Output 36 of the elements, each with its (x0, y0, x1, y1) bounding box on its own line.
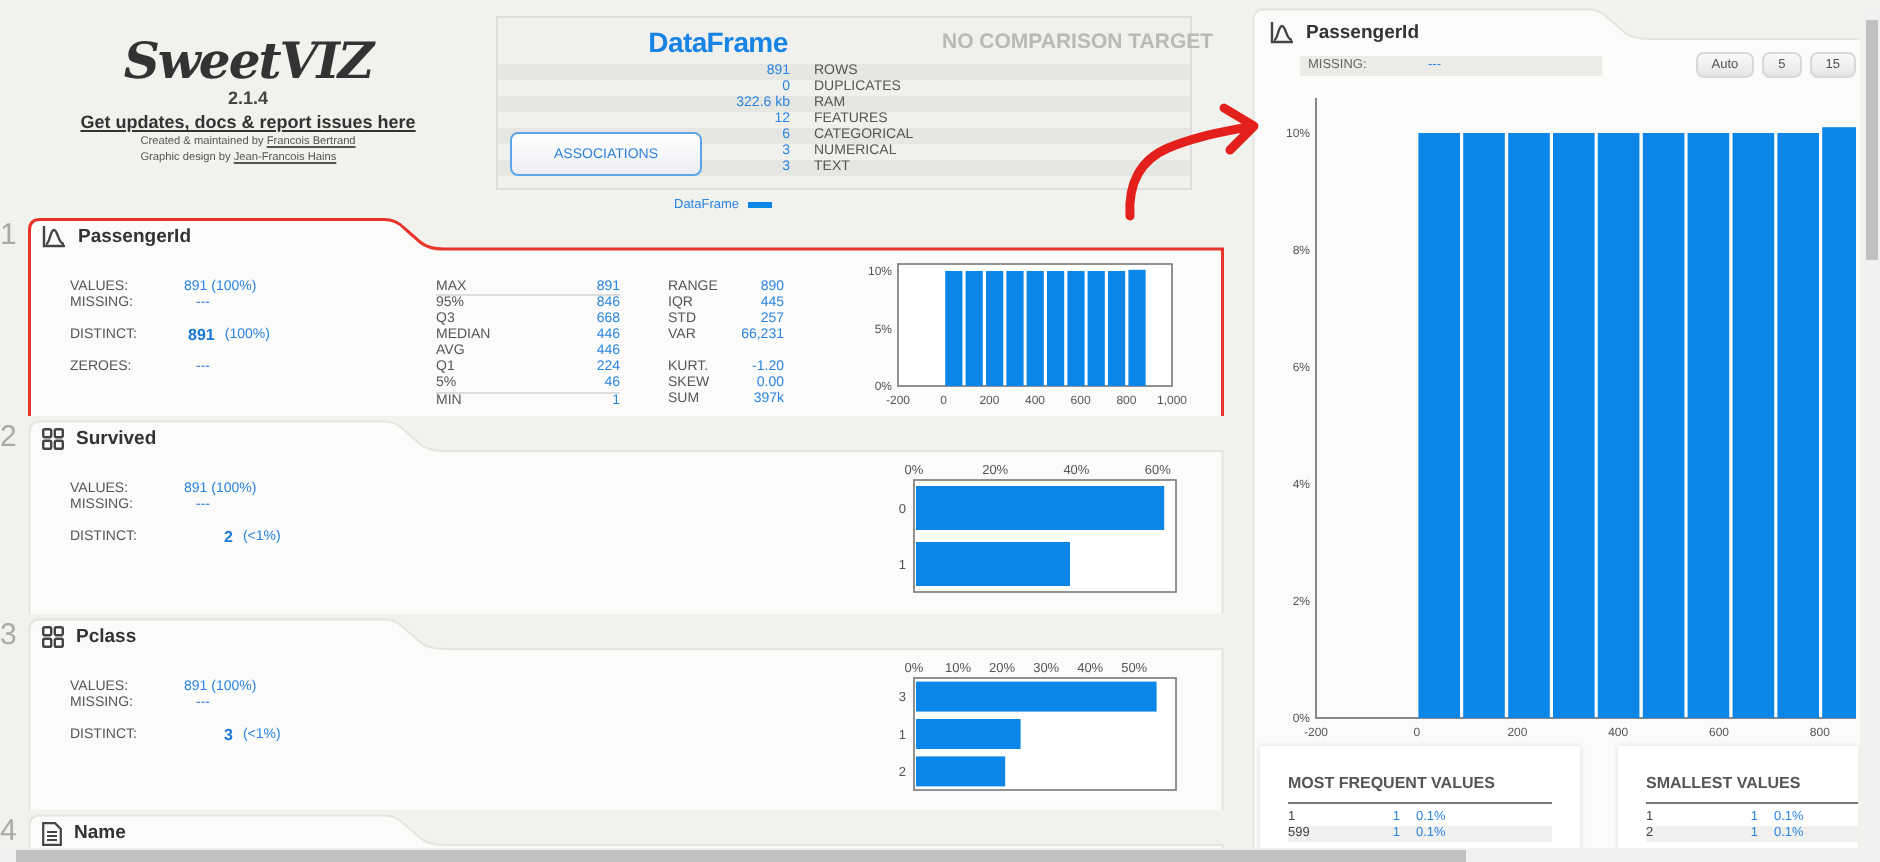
histogram-bar (1108, 271, 1126, 386)
feature-name: Pclass (76, 626, 137, 648)
logo-text: SweetVIZ (123, 36, 373, 88)
distinct-count: 2 (224, 530, 233, 546)
annotation-arrow (1125, 103, 1259, 221)
histogram-bar (1128, 269, 1146, 386)
legend-swatch (747, 202, 772, 208)
grid-icon (42, 428, 64, 450)
histogram-bar (1067, 271, 1085, 386)
updates-link[interactable]: Get updates, docs & report issues here (80, 110, 416, 134)
scroll-thumb[interactable] (16, 850, 1466, 862)
feature-name: PassengerId (78, 226, 191, 248)
histogram-bar (945, 271, 963, 386)
bar (916, 719, 1021, 749)
histogram-bar (1006, 271, 1024, 386)
line-chart-icon (42, 226, 66, 248)
detail-title: PassengerId (1306, 21, 1419, 43)
version-label: 2.1.4 (227, 88, 269, 110)
grid-icon (42, 626, 64, 648)
feature-name: Survived (76, 428, 157, 450)
feature-name: Name (74, 822, 126, 844)
bar (916, 756, 1006, 787)
feature-number: 2 (0, 420, 19, 458)
card-title: SMALLEST VALUES (1646, 774, 1858, 804)
scroll-thumb[interactable] (1866, 20, 1878, 260)
line-chart-icon (1270, 21, 1294, 43)
card-title: MOST FREQUENT VALUES (1288, 774, 1552, 804)
distinct-count: 3 (224, 728, 233, 744)
histogram-bar (1047, 271, 1065, 386)
histogram-bar (986, 271, 1004, 386)
distinct-count: 891 (188, 328, 215, 344)
feature-number: 1 (0, 218, 19, 256)
dataset-title: DataFrame (648, 25, 788, 57)
document-icon (42, 821, 62, 845)
feature-number: 3 (0, 618, 19, 656)
feature-number: 4 (0, 814, 19, 848)
